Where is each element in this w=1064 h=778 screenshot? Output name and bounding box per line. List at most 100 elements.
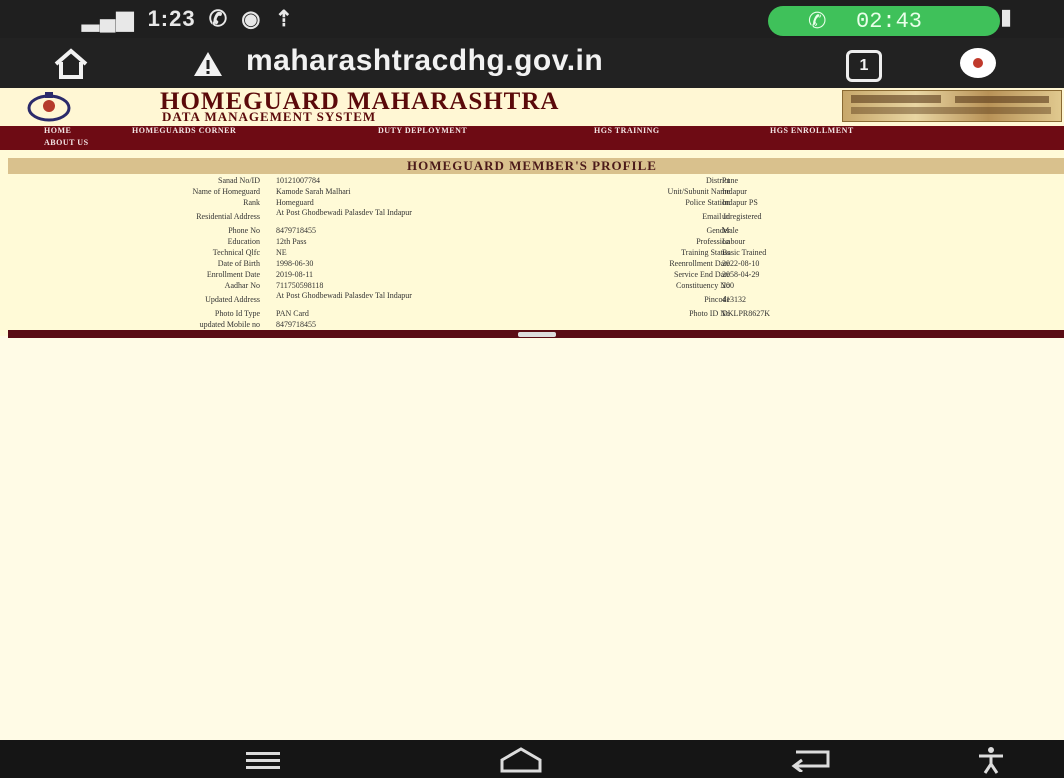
field-value: NE bbox=[276, 248, 287, 257]
profile-row: Constituency No 200 bbox=[520, 281, 1064, 291]
field-value: DKLPR8627K bbox=[722, 309, 771, 318]
phone-icon: ✆ bbox=[808, 8, 827, 33]
field-label: Enrollment Date bbox=[206, 270, 260, 279]
profile-row: Photo ID No DKLPR8627K bbox=[520, 309, 1064, 319]
field-label: updated Mobile no bbox=[199, 320, 260, 329]
phone-screen: ▂▄▆ 1:23 ✆ ◉ ⇡ ✆ 02:43 ▮ maharashtracdhg… bbox=[0, 0, 1064, 778]
field-label: Updated Address bbox=[205, 295, 260, 304]
field-label: Aadhar No bbox=[224, 281, 260, 290]
field-value: 2058-04-29 bbox=[722, 270, 760, 279]
ongoing-call-pill[interactable]: ✆ 02:43 bbox=[768, 6, 1000, 36]
profile-row: Service End Date 2058-04-29 bbox=[520, 270, 1064, 280]
profile-row: Date of Birth 1998-06-30 bbox=[0, 259, 520, 269]
field-value: 8479718455 bbox=[276, 226, 316, 235]
field-value: At Post Ghodbewadi Palasdev Tal Indapur bbox=[276, 208, 412, 217]
field-label: Technical Qlfc bbox=[212, 248, 260, 257]
profile-row: Technical Qlfc NE bbox=[0, 248, 520, 258]
field-value: 2022-08-10 bbox=[722, 259, 760, 268]
profile-row: Aadhar No 711750598118 bbox=[0, 281, 520, 291]
profile-row: Phone No 8479718455 bbox=[0, 226, 520, 236]
field-label: Education bbox=[227, 237, 260, 246]
site-nav: HOME HOMEGUARDS CORNER DUTY DEPLOYMENT H… bbox=[0, 126, 1064, 150]
profile-row: Profession Labour bbox=[520, 237, 1064, 247]
field-value: Indapur bbox=[722, 187, 747, 196]
member-profile: HOMEGUARD MEMBER'S PROFILE Sanad No/ID 1… bbox=[0, 150, 1064, 336]
browser-menu-icon[interactable] bbox=[960, 48, 996, 78]
profile-title: HOMEGUARD MEMBER'S PROFILE bbox=[407, 158, 657, 173]
profile-row: Training Status Basic Trained bbox=[520, 248, 1064, 258]
accessibility-icon[interactable] bbox=[976, 746, 1006, 774]
field-value: 200 bbox=[722, 281, 734, 290]
profile-row: Police Station Indapur PS bbox=[520, 198, 1064, 208]
back-icon[interactable] bbox=[788, 748, 834, 772]
profile-row: Enrollment Date 2019-08-11 bbox=[0, 270, 520, 280]
field-label: Date of Birth bbox=[217, 259, 260, 268]
field-value: Pune bbox=[722, 176, 738, 185]
scroll-handle[interactable] bbox=[518, 332, 556, 337]
wifi-icon: ⇡ bbox=[274, 6, 295, 31]
battery-icon: ▮ bbox=[1000, 4, 1013, 29]
profile-row: Rank Homeguard bbox=[0, 198, 520, 208]
call-timer: 02:43 bbox=[856, 9, 923, 34]
profile-row: Name of Homeguard Kamode Sarah Malhari bbox=[0, 187, 520, 197]
field-value: Male bbox=[722, 226, 739, 235]
field-label: Residential Address bbox=[196, 212, 260, 221]
browser-toolbar: maharashtracdhg.gov.in 1 bbox=[0, 38, 1064, 88]
homeguard-logo bbox=[27, 92, 71, 122]
system-navigation-bar bbox=[0, 740, 1064, 778]
nav-hgs-training[interactable]: HGS TRAINING bbox=[594, 126, 660, 135]
field-value: 413132 bbox=[722, 295, 746, 304]
field-value: At Post Ghodbewadi Palasdev Tal Indapur bbox=[276, 291, 412, 300]
field-label: Name of Homeguard bbox=[192, 187, 260, 196]
field-value: PAN Card bbox=[276, 309, 309, 318]
profile-row: Updated Address At Post Ghodbewadi Palas… bbox=[0, 292, 520, 308]
profile-row: Gender Male bbox=[520, 226, 1064, 236]
profile-row: District Pune bbox=[520, 176, 1064, 186]
site-header: HOMEGUARD MAHARASHTRA DATA MANAGEMENT SY… bbox=[0, 88, 1064, 126]
profile-row: Reenrollment Date 2022-08-10 bbox=[520, 259, 1064, 269]
header-banner-image bbox=[842, 90, 1062, 122]
profile-row: Education 12th Pass bbox=[0, 237, 520, 247]
tab-switcher-button[interactable]: 1 bbox=[846, 50, 882, 82]
profile-row: updated Mobile no 8479718455 bbox=[0, 320, 520, 330]
site-subtitle: DATA MANAGEMENT SYSTEM bbox=[162, 109, 377, 124]
field-value: Basic Trained bbox=[722, 248, 767, 257]
field-label: Rank bbox=[243, 198, 260, 207]
field-value: 10121007784 bbox=[276, 176, 320, 185]
url-field[interactable]: maharashtracdhg.gov.in bbox=[246, 44, 603, 78]
nav-home[interactable]: HOME bbox=[44, 126, 71, 135]
clock: 1:23 bbox=[147, 6, 196, 31]
nav-duty-deployment[interactable]: DUTY DEPLOYMENT bbox=[378, 126, 467, 135]
field-value: 8479718455 bbox=[276, 320, 316, 329]
field-value: Labour bbox=[722, 237, 746, 246]
field-label: Sanad No/ID bbox=[218, 176, 260, 185]
notification-icon: ◉ bbox=[241, 6, 262, 31]
field-value: 1998-06-30 bbox=[276, 259, 314, 268]
nav-homeguards-corner[interactable]: HOMEGUARDS CORNER bbox=[132, 126, 236, 135]
field-label: Phone No bbox=[228, 226, 260, 235]
call-icon: ✆ bbox=[208, 6, 229, 31]
nav-about-us[interactable]: ABOUT US bbox=[44, 138, 89, 147]
profile-row: Pincode 413132 bbox=[520, 295, 1064, 305]
nav-hgs-enrollment[interactable]: HGS ENROLLMENT bbox=[770, 126, 854, 135]
field-value: Homeguard bbox=[276, 198, 314, 207]
field-value: Kamode Sarah Malhari bbox=[276, 187, 351, 196]
profile-row: Photo Id Type PAN Card bbox=[0, 309, 520, 319]
menu-icon[interactable] bbox=[244, 750, 282, 772]
field-label: Photo Id Type bbox=[214, 309, 260, 318]
status-left: ▂▄▆ 1:23 ✆ ◉ ⇡ bbox=[82, 6, 300, 32]
field-label: Reenrollment Date bbox=[669, 259, 730, 268]
home-button-icon[interactable] bbox=[498, 746, 544, 774]
field-label: Unit/Subunit Name bbox=[667, 187, 730, 196]
profile-row: Unit/Subunit Name Indapur bbox=[520, 187, 1064, 197]
profile-row: Email Id unregistered bbox=[520, 212, 1064, 222]
field-value: unregistered bbox=[722, 212, 762, 221]
field-value: 711750598118 bbox=[276, 281, 324, 290]
warning-icon[interactable] bbox=[192, 50, 224, 78]
field-value: Indapur PS bbox=[722, 198, 758, 207]
field-value: 2019-08-11 bbox=[276, 270, 314, 279]
status-bar: ▂▄▆ 1:23 ✆ ◉ ⇡ ✆ 02:43 ▮ bbox=[0, 0, 1064, 38]
signal-icon: ▂▄▆ bbox=[82, 6, 135, 31]
profile-row: Sanad No/ID 10121007784 bbox=[0, 176, 520, 186]
home-icon[interactable] bbox=[52, 48, 90, 80]
